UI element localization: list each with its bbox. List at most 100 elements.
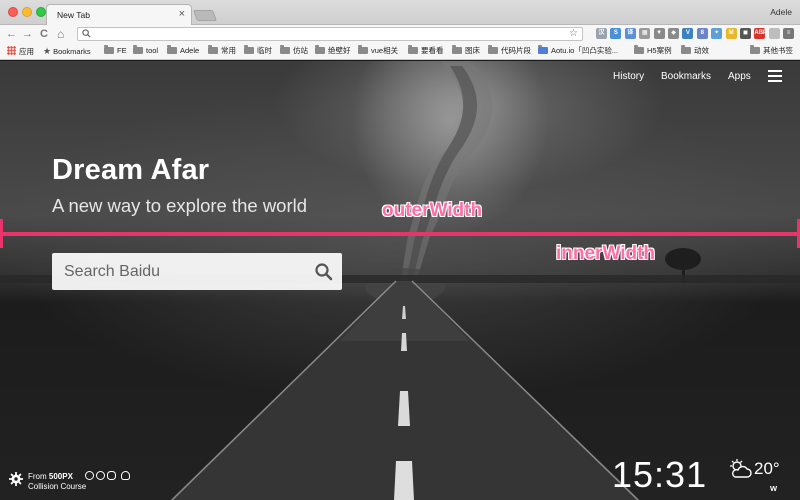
ext-2-icon[interactable]: S (610, 28, 622, 39)
qq-icon[interactable] (121, 471, 130, 480)
close-icon[interactable]: × (179, 8, 185, 20)
tab-new-tab[interactable]: New Tab × (46, 4, 192, 25)
folder-icon (104, 45, 114, 54)
bookmark-folder[interactable]: H5案例 (634, 45, 672, 56)
ext-4-icon[interactable]: ▦ (639, 28, 651, 39)
bookmark-folder[interactable]: 常用 (208, 45, 236, 56)
bookmark-folder[interactable]: 绝壁好 (315, 45, 351, 56)
bookmark-folder[interactable]: FE (104, 45, 127, 56)
folder-icon (750, 45, 760, 54)
bookmark-folder[interactable]: 图床 (452, 45, 480, 56)
search-icon[interactable] (314, 262, 334, 282)
folder-icon (634, 45, 644, 54)
history-link[interactable]: History (613, 71, 644, 82)
ext-9-icon[interactable]: ✦ (711, 28, 723, 39)
ext-5-icon[interactable]: ▼ (653, 28, 665, 39)
bookmark-label: Adele (180, 46, 200, 55)
new-tab-button[interactable] (192, 10, 218, 21)
bookmark-apps[interactable]: 应用 (7, 46, 34, 57)
bookmark-label: 常用 (221, 46, 236, 55)
bookmarks-bar: 应用 ★ Bookmarks FE tool Adele 常用 临时 仿站 绝壁好 vue相关 要… (0, 43, 800, 60)
bookmark-label: H5案例 (647, 46, 672, 55)
info-icon[interactable] (85, 471, 94, 480)
source-link[interactable]: 500PX (49, 472, 73, 481)
bookmark-star-icon[interactable]: ☆ (569, 28, 578, 40)
bookmark-other[interactable]: 其他书签 (750, 45, 793, 56)
bookmark-folder[interactable]: Adele (167, 45, 200, 56)
profile-name[interactable]: Adele (770, 7, 792, 17)
bookmark-label: 图床 (465, 46, 480, 55)
bookmark-label: Aotu.io「凹凸实验... (551, 46, 619, 55)
photo-title: Collision Course (28, 482, 87, 491)
bookmark-label: 要看看 (421, 46, 444, 55)
bookmarks-link[interactable]: Bookmarks (661, 71, 711, 82)
ext-8-icon[interactable]: 8 (696, 28, 708, 39)
wind-direction: W (770, 484, 778, 493)
search-input[interactable] (52, 253, 307, 290)
folder-icon (488, 45, 498, 54)
ext-3-icon[interactable]: 译 (624, 28, 636, 39)
star-icon: ★ (43, 46, 52, 56)
inner-width-label: innerWidth (556, 243, 656, 264)
ext-1-icon[interactable]: 汉 (596, 28, 607, 39)
ext-11-icon[interactable]: ◼ (740, 28, 751, 39)
tab-title: New Tab (57, 10, 90, 20)
bookmark-folder[interactable]: 仿站 (280, 45, 308, 56)
folder-icon (681, 45, 691, 54)
forward-icon[interactable]: → (22, 27, 33, 41)
folder-icon (208, 45, 218, 54)
reload-icon[interactable]: C (40, 27, 48, 41)
bookmark-folder[interactable]: Aotu.io「凹凸实验... (538, 45, 619, 56)
apps-grid-icon (7, 46, 16, 55)
back-icon[interactable]: ← (6, 27, 17, 41)
ext-14-icon[interactable]: ≡ (783, 28, 795, 39)
bookmark-label: 绝壁好 (328, 46, 351, 55)
bookmark-label: 动效 (694, 46, 709, 55)
maximize-window-button[interactable] (36, 7, 46, 17)
aotu-logo-icon (538, 45, 548, 54)
outer-width-label: outerWidth (382, 200, 483, 221)
folder-icon (408, 45, 418, 54)
folder-icon (315, 45, 325, 54)
hamburger-menu-icon[interactable] (768, 70, 782, 82)
gear-icon[interactable] (9, 472, 23, 486)
partly-cloudy-icon (730, 459, 752, 478)
address-input[interactable] (94, 28, 564, 40)
width-measure-line (0, 232, 800, 236)
folder-icon (358, 45, 368, 54)
search-icon (82, 29, 91, 38)
bookmark-folder[interactable]: vue相关 (358, 45, 399, 56)
new-tab-page: History Bookmarks Apps Dream Afar A new … (0, 61, 800, 500)
bookmark-label: 临时 (257, 46, 272, 55)
photo-source: From 500PX (28, 472, 73, 481)
bookmark-folder[interactable]: 临时 (244, 45, 272, 56)
folder-icon (133, 45, 143, 54)
bookmark-label: tool (146, 46, 159, 55)
folder-icon (452, 45, 462, 54)
apps-link[interactable]: Apps (728, 71, 751, 82)
bookmark-label: FE (117, 46, 127, 55)
title-bar: New Tab × Adele (0, 0, 800, 25)
bookmark-folder[interactable]: 动效 (681, 45, 709, 56)
measure-cap-left (0, 219, 3, 248)
folder-icon (167, 45, 177, 54)
ext-6-icon[interactable]: ◆ (668, 28, 679, 39)
ext-13-icon[interactable] (768, 28, 780, 39)
close-window-button[interactable] (8, 7, 18, 17)
weibo-icon[interactable] (107, 471, 116, 480)
pinterest-icon[interactable] (96, 471, 105, 480)
bookmark-bookmarks[interactable]: ★ Bookmarks (43, 46, 91, 57)
bookmark-folder[interactable]: 代码片段 (488, 45, 531, 56)
bookmark-label: vue相关 (371, 46, 399, 55)
temperature: 20° (754, 459, 780, 478)
minimize-window-button[interactable] (22, 7, 32, 17)
bookmark-folder[interactable]: 要看看 (408, 45, 444, 56)
ext-7-icon[interactable]: V (682, 28, 694, 39)
folder-icon (244, 45, 254, 54)
ext-10-icon[interactable]: M (725, 28, 737, 39)
browser-toolbar: ← → C ⌂ ☆ 汉 S 译 ▦ ▼ ◆ V 8 ✦ M ◼ ABP ≡ (0, 25, 800, 43)
ext-12-icon[interactable]: ABP (754, 28, 767, 39)
bookmark-folder[interactable]: tool (133, 45, 159, 56)
address-bar[interactable]: ☆ (77, 27, 583, 41)
home-icon[interactable]: ⌂ (57, 27, 64, 41)
